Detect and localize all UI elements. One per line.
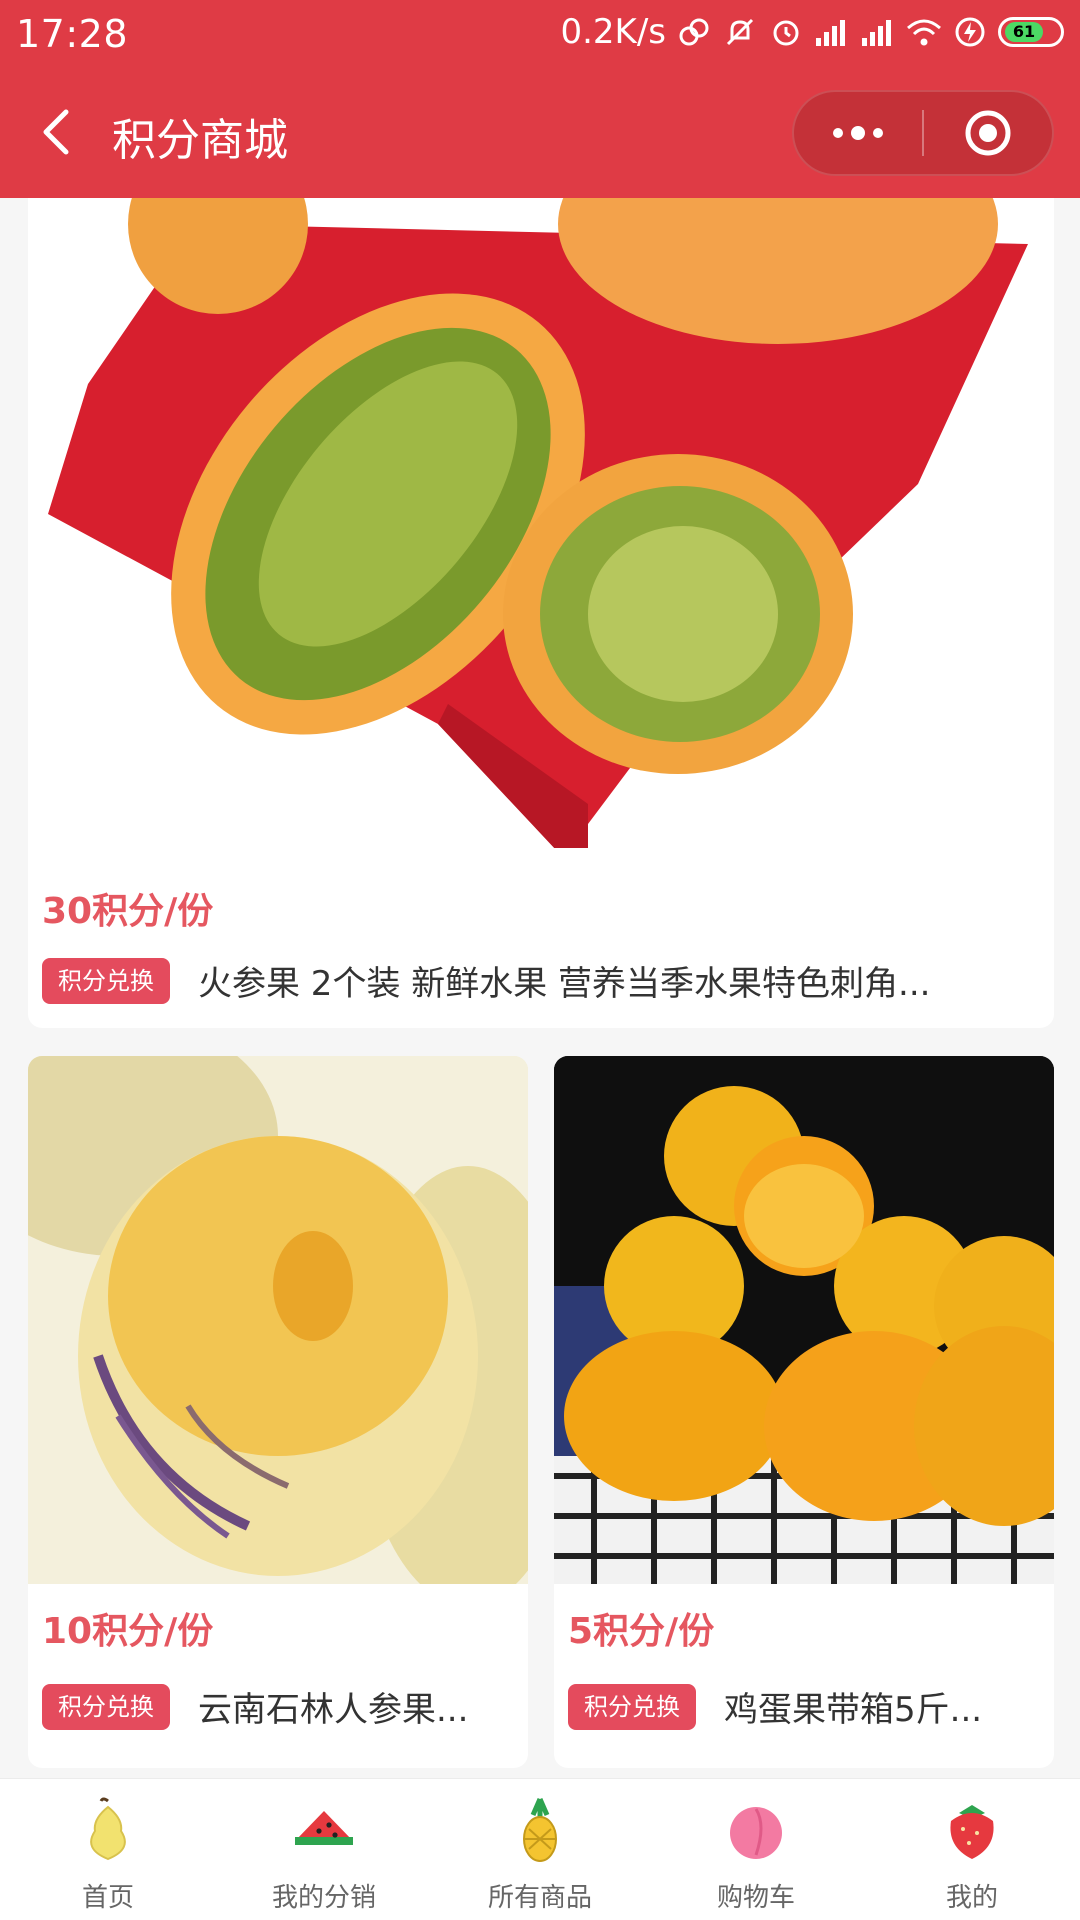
eggfruit-image [554,1056,1054,1584]
pear-icon [90,1797,126,1861]
close-mini-program-button[interactable] [924,90,1052,176]
product-card-eggfruit[interactable]: 5积分/份 积分兑换 鸡蛋果带箱5斤... [554,1056,1054,1768]
bottom-tab-bar: 首页 我的分销 所有商品 购物车 我的 [0,1778,1080,1920]
more-dots-icon [833,126,883,140]
mini-program-capsule [792,90,1054,176]
battery-level: 61 [1005,22,1043,42]
target-icon [965,110,1011,156]
watermelon-icon [295,1811,353,1845]
tab-cart[interactable]: 购物车 [648,1779,864,1920]
kiwano-image [48,198,1028,848]
status-right: 0.2K/s 61 [560,12,1064,52]
chevron-left-icon [43,109,69,155]
alarm-icon [768,14,804,50]
charging-icon [952,14,988,50]
product-title: 鸡蛋果带箱5斤... [724,1690,983,1730]
exchange-tag: 积分兑换 [568,1684,696,1730]
link-icon [676,14,712,50]
product-image-pepino[interactable] [28,1056,528,1584]
signal-icon [814,14,850,50]
more-button[interactable] [794,90,922,176]
status-time: 17:28 [16,12,129,56]
product-card-kiwano[interactable]: 30积分/份 积分兑换 火参果 2个装 新鲜水果 营养当季水果特色刺角... [28,198,1054,1028]
peach-icon [730,1807,782,1859]
product-price: 10积分/份 [42,1611,214,1652]
strawberry-icon [950,1805,994,1859]
exchange-tag: 积分兑换 [42,958,170,1004]
product-list: 30积分/份 积分兑换 火参果 2个装 新鲜水果 营养当季水果特色刺角... 1… [0,198,1080,1778]
signal-icon [860,14,896,50]
product-image-kiwano[interactable] [28,198,1054,848]
pepino-image [28,1056,528,1584]
page-title: 积分商城 [112,115,288,166]
tab-label: 我的 [945,1883,998,1913]
battery-icon: 61 [998,17,1064,47]
tab-label: 购物车 [716,1883,795,1913]
exchange-tag: 积分兑换 [42,1684,170,1730]
product-price: 30积分/份 [42,891,214,932]
tab-label: 首页 [81,1883,134,1913]
nav-bar: 积分商城 [0,70,1080,198]
back-button[interactable] [30,102,90,162]
mute-icon [722,14,758,50]
product-image-eggfruit[interactable] [554,1056,1054,1584]
tab-label: 所有商品 [487,1883,592,1913]
tab-profile[interactable]: 我的 [864,1779,1080,1920]
net-speed: 0.2K/s [560,12,666,52]
tab-all-products[interactable]: 所有商品 [432,1779,648,1920]
product-card-pepino[interactable]: 10积分/份 积分兑换 云南石林人参果... [28,1056,528,1768]
header: 17:28 0.2K/s 61 积分商城 [0,0,1080,198]
pineapple-icon [523,1797,557,1862]
product-price: 5积分/份 [568,1611,715,1652]
product-title: 云南石林人参果... [198,1690,469,1730]
wifi-icon [906,14,942,50]
tab-distribution[interactable]: 我的分销 [216,1779,432,1920]
tab-label: 我的分销 [271,1883,376,1913]
status-bar: 17:28 0.2K/s 61 [0,0,1080,70]
tab-home[interactable]: 首页 [0,1779,216,1920]
product-title: 火参果 2个装 新鲜水果 营养当季水果特色刺角... [198,964,931,1004]
